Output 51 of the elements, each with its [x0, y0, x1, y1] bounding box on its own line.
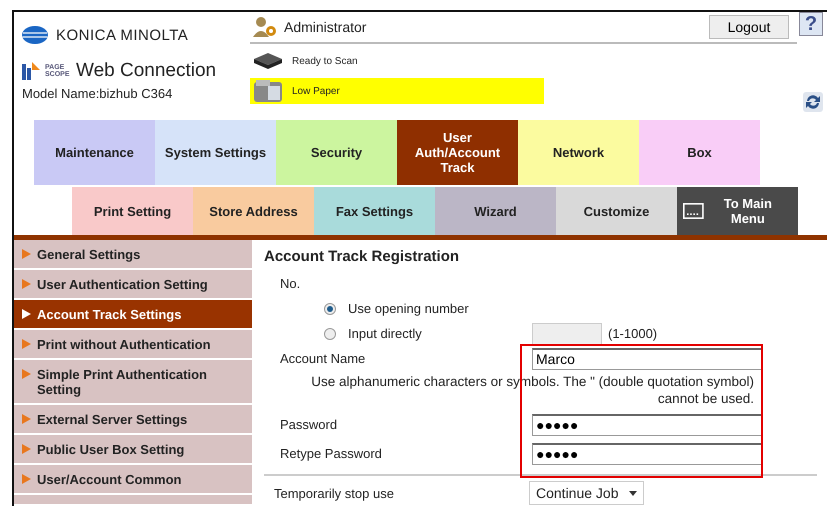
password-field[interactable]: ●●●●● [532, 414, 762, 436]
triangle-icon [22, 414, 31, 424]
number-field[interactable] [532, 322, 602, 344]
product-name: Web Connection [76, 60, 216, 82]
nav-tab[interactable]: Box [639, 120, 760, 185]
sub-tab[interactable]: Wizard [435, 187, 556, 235]
section-title: Account Track Registration [264, 248, 460, 265]
account-name-field[interactable]: Marco [532, 348, 762, 370]
sidebar-item[interactable]: Account Track Settings [14, 300, 252, 330]
nav-tab[interactable]: System Settings [155, 120, 276, 185]
refresh-icon[interactable] [803, 92, 823, 112]
brand-name: KONICA MINOLTA [56, 26, 188, 44]
globe-logo-icon [22, 26, 48, 44]
sub-tab[interactable]: Store Address [193, 187, 314, 235]
scanner-icon [252, 51, 284, 71]
model-name: Model Name:bizhub C364 [21, 85, 174, 101]
stop-dropdown[interactable]: Continue Job [529, 481, 644, 505]
radio-option[interactable]: Use opening number [280, 301, 532, 316]
user-name: Administrator [284, 19, 368, 35]
caret-icon [628, 490, 637, 496]
sub-tab[interactable]: Print Setting [72, 187, 193, 235]
nav-tab[interactable]: Maintenance [34, 120, 155, 185]
field-label: No. [280, 276, 300, 291]
triangle-icon [22, 279, 31, 289]
logout-button[interactable]: Logout [709, 15, 789, 39]
triangle-icon [22, 444, 31, 454]
printer-icon [252, 78, 284, 104]
triangle-icon [22, 309, 31, 319]
status-text: Low Paper [292, 86, 340, 96]
nav-tab[interactable]: User Auth/Account Track [397, 120, 518, 185]
user-gear-icon [252, 16, 278, 38]
range-text: (1-1000) [608, 326, 658, 341]
triangle-icon [22, 249, 31, 259]
main-menu-button[interactable]: To Main Menu [677, 187, 798, 235]
sub-tab[interactable]: Fax Settings [314, 187, 435, 235]
field-label: Retype Password [280, 446, 383, 461]
field-label: Account Name [280, 351, 366, 366]
field-label: Temporarily stop use [274, 486, 395, 500]
triangle-icon [22, 474, 31, 484]
triangle-icon [22, 339, 31, 349]
triangle-icon [22, 369, 31, 379]
status-text: Ready to Scan [292, 56, 358, 66]
password-field[interactable]: ●●●●● [532, 442, 762, 464]
nav-tab[interactable]: Security [276, 120, 397, 185]
nav-tab[interactable]: Network [518, 120, 639, 185]
screen-icon [683, 201, 704, 221]
field-label: Password [280, 417, 338, 432]
help-button[interactable]: ? [799, 12, 823, 36]
radio-option[interactable]: Input directly [280, 326, 532, 341]
sub-tab[interactable]: Customize [556, 187, 677, 235]
pagescope-logo-icon [22, 62, 40, 80]
